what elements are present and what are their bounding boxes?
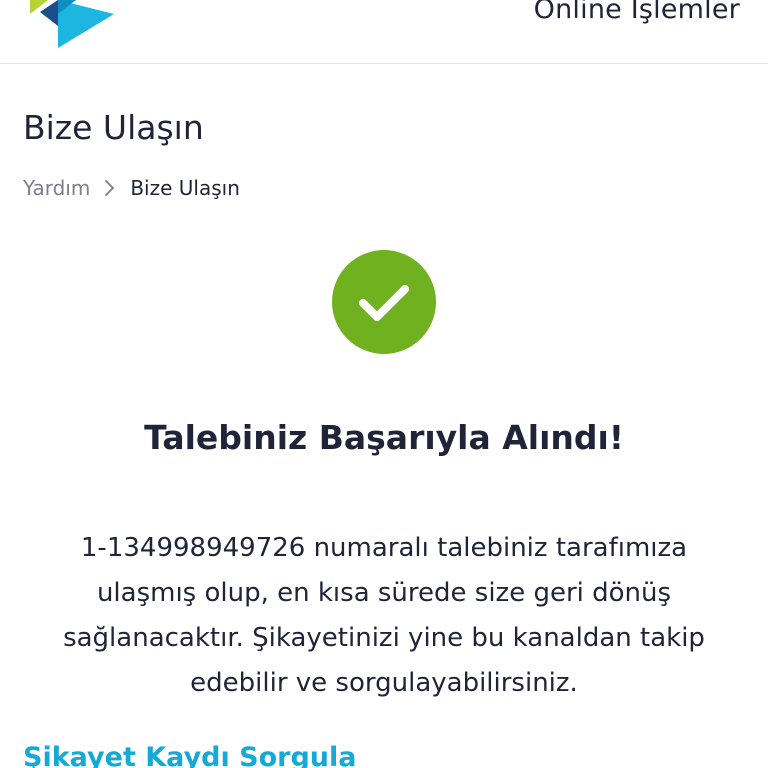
brand-logo-icon[interactable]	[26, 0, 118, 50]
chevron-right-icon	[104, 179, 116, 197]
top-header: Online İşlemler	[0, 0, 768, 64]
success-title: Talebiniz Başarıyla Alındı!	[144, 418, 624, 457]
checkmark-circle-icon	[332, 250, 436, 354]
online-islemler-link[interactable]: Online İşlemler	[534, 0, 740, 25]
breadcrumb: Yardım Bize Ulaşın	[23, 176, 240, 200]
breadcrumb-home-link[interactable]: Yardım	[23, 176, 90, 200]
success-message: 1-134998949726 numaralı talebiniz tarafı…	[63, 533, 705, 698]
page-title: Bize Ulaşın	[23, 108, 204, 147]
page: Online İşlemler Bize Ulaşın Yardım Bize …	[0, 0, 768, 768]
complaint-query-link[interactable]: Şikayet Kaydı Sorgula	[23, 742, 357, 768]
breadcrumb-current: Bize Ulaşın	[130, 176, 240, 200]
